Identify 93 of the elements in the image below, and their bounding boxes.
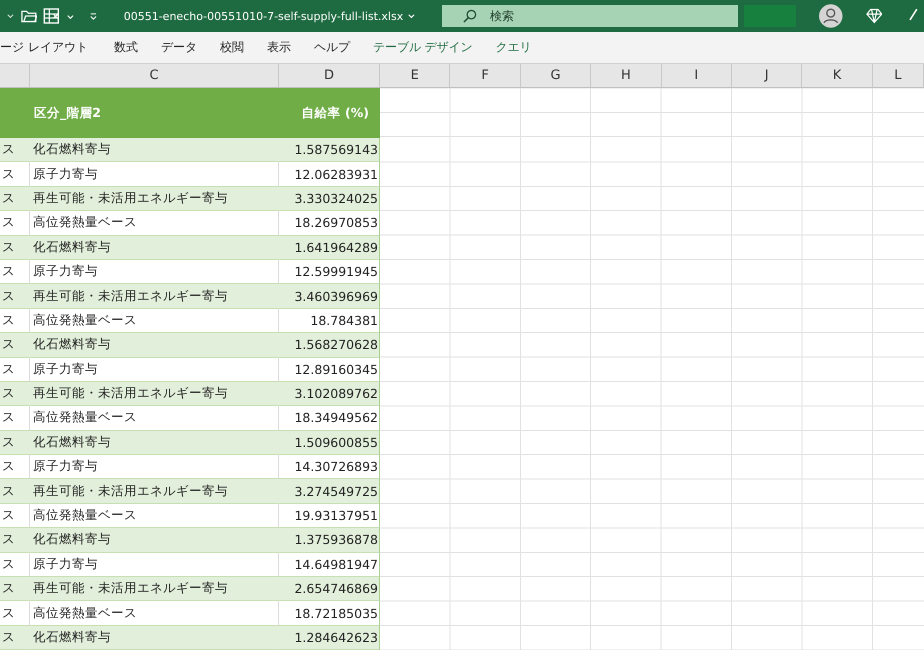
table-cell: 再生可能・未活用エネルギー寄与 <box>33 385 228 402</box>
table-cell: ス <box>2 360 15 378</box>
table-cell: 再生可能・未活用エネルギー寄与 <box>33 580 228 598</box>
table-cell: 再生可能・未活用エネルギー寄与 <box>33 190 228 207</box>
table-cell: ス <box>2 263 15 280</box>
column-header[interactable]: I <box>662 64 732 88</box>
ribbon-tab[interactable]: テーブル デザイン <box>372 39 473 56</box>
table-header-cell: 自給率 (%) <box>279 88 380 138</box>
table-cell: 化石燃料寄与 <box>33 336 111 354</box>
table-cell: 14.64981947 <box>294 556 378 572</box>
table-cell: 2.654746869 <box>294 581 378 596</box>
table-cell: 1.509600855 <box>294 434 378 450</box>
table-cell: 原子力寄与 <box>33 458 98 476</box>
table-cell: 原子力寄与 <box>33 166 98 183</box>
table-cell: ス <box>2 629 15 646</box>
table-cell: 化石燃料寄与 <box>33 531 111 548</box>
column-header[interactable]: J <box>732 64 802 88</box>
table-cell: 12.06283931 <box>294 166 378 182</box>
avatar-icon[interactable] <box>819 4 843 28</box>
grid-icon[interactable] <box>43 8 60 24</box>
table-cell: 3.460396969 <box>294 288 378 304</box>
table-cell: 化石燃料寄与 <box>33 141 111 158</box>
table-cell: ス <box>2 531 15 548</box>
column-header[interactable]: G <box>520 64 592 88</box>
table-cell: 原子力寄与 <box>33 556 98 573</box>
table-cell: 1.568270628 <box>294 337 378 352</box>
column-header[interactable]: D <box>279 64 380 88</box>
table-cell: ス <box>2 288 15 305</box>
table-cell: ス <box>2 214 15 232</box>
table-cell: 12.89160345 <box>294 362 378 377</box>
table-cell: 3.274549725 <box>294 484 378 499</box>
table-cell: ス <box>2 482 15 500</box>
table-cell: 高位発熱量ベース <box>33 312 137 329</box>
table-cell: 1.641964289 <box>294 240 378 255</box>
table-cell: ス <box>2 238 15 256</box>
table-cell: 18.34949562 <box>294 410 378 426</box>
table-cell: ス <box>2 166 15 183</box>
table-cell: 1.587569143 <box>294 142 378 158</box>
table-cell: 1.284642623 <box>294 630 378 645</box>
table-cell: ス <box>2 507 15 524</box>
column-header[interactable]: H <box>591 64 662 88</box>
table-cell: 18.784381 <box>310 312 378 328</box>
ribbon-tab[interactable]: ヘルプ <box>314 39 350 56</box>
ribbon-tab[interactable]: データ <box>160 39 197 56</box>
table-cell: 化石燃料寄与 <box>33 434 111 451</box>
table-cell: 3.102089762 <box>294 386 378 402</box>
table-cell: 3.330324025 <box>294 190 378 206</box>
ribbon-tab[interactable]: 表示 <box>266 39 291 56</box>
table-cell: 原子力寄与 <box>33 263 98 280</box>
table-cell: ス <box>2 580 15 598</box>
table-cell: ス <box>2 604 15 622</box>
chevron-down-icon[interactable] <box>6 12 15 20</box>
table-header-cell <box>0 88 30 138</box>
table-cell: 19.93137951 <box>294 508 378 524</box>
table-cell: 14.30726893 <box>294 459 378 474</box>
table-cell: ス <box>2 458 15 476</box>
column-header[interactable]: L <box>872 64 924 88</box>
table-cell: ス <box>2 141 15 158</box>
table-cell: ス <box>2 556 15 573</box>
table-cell: 18.26970853 <box>294 215 378 230</box>
table-cell: ス <box>2 434 15 451</box>
table-cell: ス <box>2 385 15 402</box>
table-cell: 高位発熱量ベース <box>33 409 137 426</box>
diamond-icon[interactable] <box>866 8 882 24</box>
ribbon-tab[interactable]: クエリ <box>496 39 532 56</box>
table-cell: 高位発熱量ベース <box>33 214 137 232</box>
column-header[interactable]: E <box>380 64 450 88</box>
table-cell: 再生可能・未活用エネルギー寄与 <box>33 288 228 305</box>
column-header[interactable]: F <box>450 64 521 88</box>
table-cell: 1.375936878 <box>294 532 378 548</box>
folder-icon[interactable] <box>20 8 38 24</box>
ribbon-tab[interactable]: ージ レイアウト <box>0 39 88 56</box>
column-header[interactable]: K <box>802 64 873 88</box>
table-cell: 再生可能・未活用エネルギー寄与 <box>33 482 228 500</box>
table-cell: ス <box>2 312 15 329</box>
table-header-cell: 区分_階層2 <box>30 88 279 138</box>
file-name[interactable]: 00551-enecho-00551010-7-self-supply-full-list.xlsx <box>124 10 404 22</box>
table-cell: ス <box>2 190 15 207</box>
table-cell: 18.72185035 <box>294 606 378 621</box>
table-cell: ス <box>2 336 15 354</box>
ribbon-tab[interactable]: 数式 <box>114 39 138 56</box>
table-cell: 12.59991945 <box>294 264 378 280</box>
column-header[interactable]: C <box>30 64 279 88</box>
table-cell: 化石燃料寄与 <box>33 629 111 646</box>
table-cell: 高位発熱量ベース <box>33 507 137 524</box>
table-cell: ス <box>2 409 15 426</box>
customize-icon[interactable] <box>88 12 98 20</box>
search-field[interactable]: 検索 <box>442 5 738 27</box>
table-cell: 原子力寄与 <box>33 360 98 378</box>
table-cell: 高位発熱量ベース <box>33 604 137 622</box>
chevron-down-icon[interactable] <box>407 12 416 20</box>
ribbon-tab[interactable]: 校閲 <box>220 39 244 56</box>
table-cell: 化石燃料寄与 <box>33 238 111 256</box>
